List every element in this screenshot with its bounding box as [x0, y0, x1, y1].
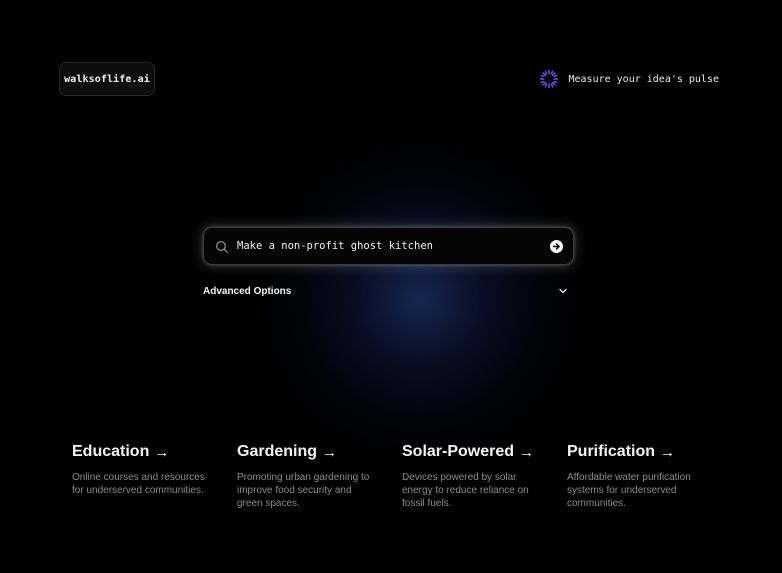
category-description: Affordable water purification systems fo… — [567, 472, 691, 509]
category-title-education[interactable]: Education → — [72, 443, 212, 461]
category-title-text: Education — [72, 443, 150, 460]
search-bar — [203, 227, 574, 265]
category-title-text: Solar-Powered — [402, 443, 515, 460]
category-gardening: Gardening → Promoting urban gardening to… — [237, 443, 377, 510]
arrow-right-icon: → — [154, 443, 170, 461]
category-education: Education → Online courses and resources… — [72, 443, 212, 497]
category-description: Online courses and resources for underse… — [72, 472, 205, 496]
pulse-link[interactable]: Measure your idea's pulse — [539, 69, 719, 89]
category-purification: Purification → Affordable water purifica… — [567, 443, 707, 510]
category-title-text: Purification — [567, 443, 656, 460]
chevron-down-icon — [559, 288, 567, 294]
category-title-solar-powered[interactable]: Solar-Powered → — [402, 443, 542, 461]
category-description: Devices powered by solar energy to reduc… — [402, 472, 529, 509]
logo[interactable]: walksoflife.ai — [59, 62, 155, 96]
advanced-options-label: Advanced Options — [203, 285, 292, 297]
submit-button[interactable] — [550, 240, 563, 253]
arrow-right-icon: → — [322, 443, 338, 461]
category-description: Promoting urban gardening to improve foo… — [237, 472, 370, 509]
category-title-gardening[interactable]: Gardening → — [237, 443, 377, 461]
arrow-right-icon: → — [519, 443, 535, 461]
pulse-label: Measure your idea's pulse — [568, 73, 719, 85]
advanced-options-toggle[interactable]: Advanced Options — [203, 283, 567, 299]
search-icon — [216, 241, 229, 254]
search-input[interactable] — [237, 236, 537, 256]
background-glow — [260, 140, 580, 460]
logo-text: walksoflife.ai — [64, 73, 150, 85]
category-solar-powered: Solar-Powered → Devices powered by solar… — [402, 443, 542, 510]
pulse-icon — [540, 69, 559, 89]
category-title-text: Gardening — [237, 443, 318, 460]
arrow-right-circle-icon — [552, 243, 560, 250]
arrow-right-icon: → — [660, 443, 676, 461]
category-title-purification[interactable]: Purification → — [567, 443, 707, 461]
